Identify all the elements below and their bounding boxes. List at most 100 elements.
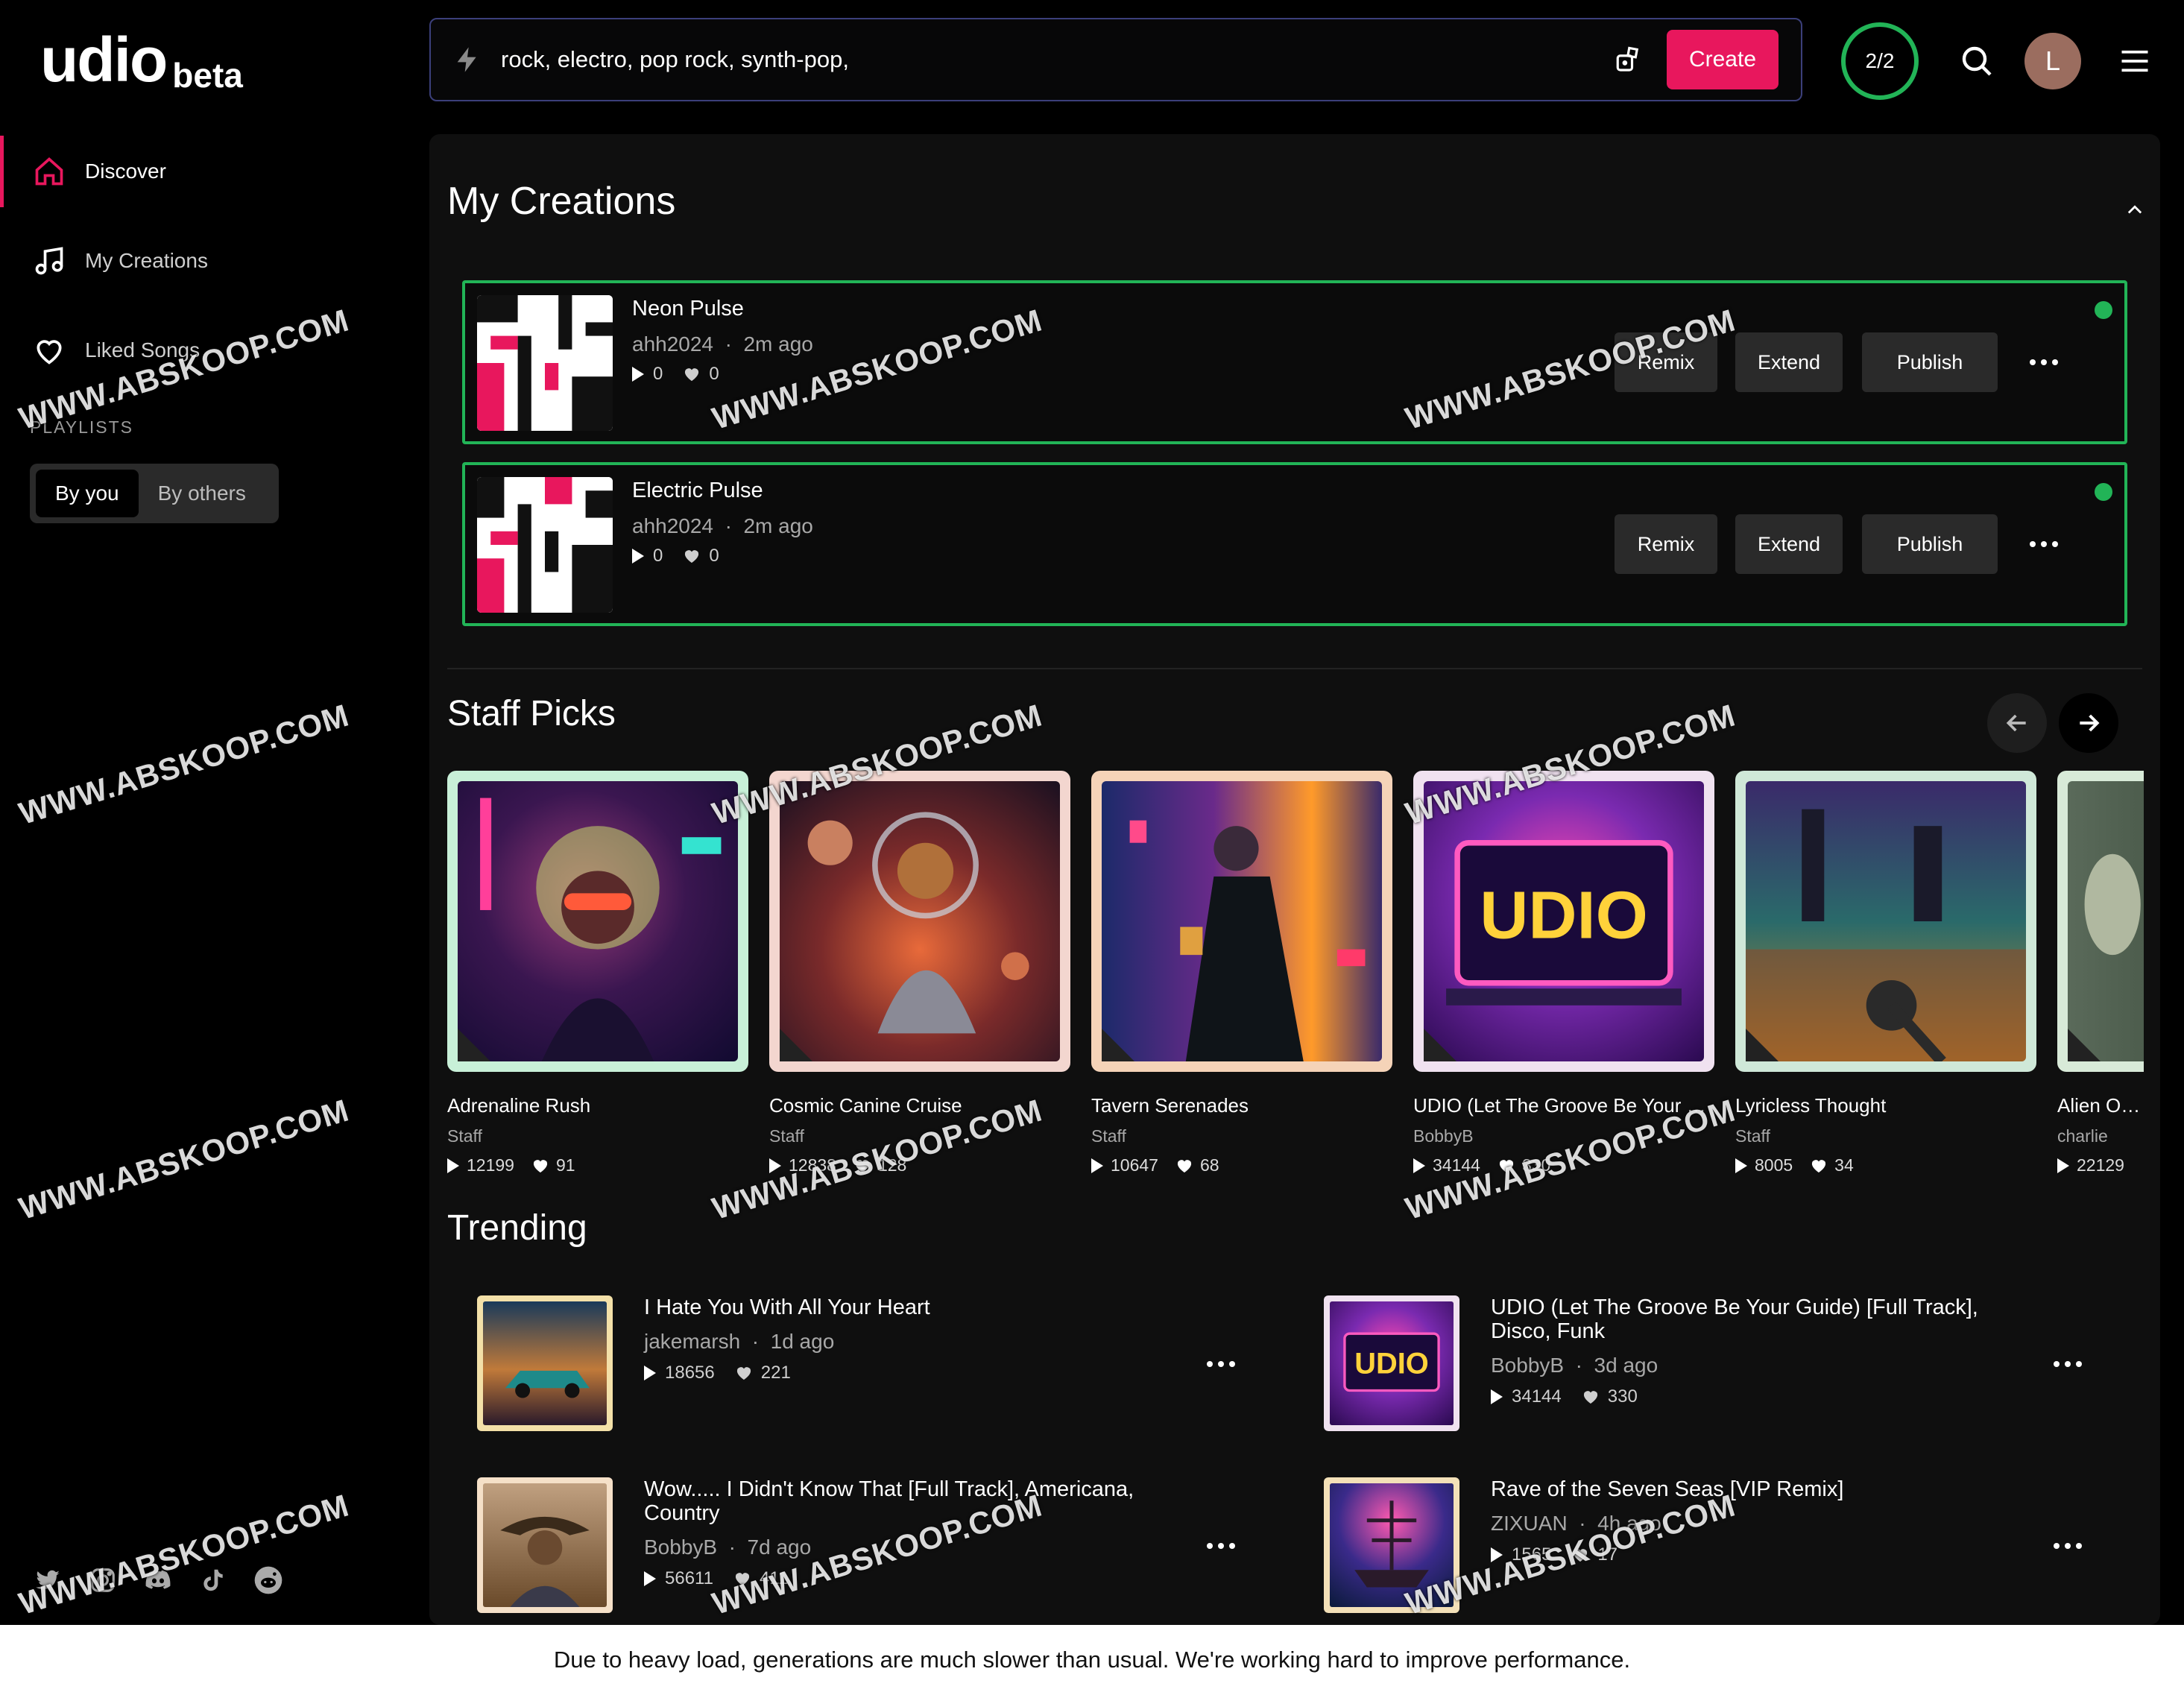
- trending-title-text[interactable]: UDIO (Let The Groove Be Your Guide) [Ful…: [1491, 1295, 2027, 1343]
- twitter-icon[interactable]: [33, 1565, 63, 1595]
- creation-title[interactable]: Electric Pulse: [632, 479, 763, 503]
- status-banner: Due to heavy load, generations are much …: [0, 1625, 2184, 1695]
- play-count: 12199: [467, 1155, 514, 1175]
- creation-title[interactable]: Neon Pulse: [632, 297, 744, 321]
- more-icon[interactable]: [2022, 353, 2066, 371]
- trending-title-text[interactable]: Wow..... I Didn't Know That [Full Track]…: [644, 1477, 1181, 1525]
- extend-button[interactable]: Extend: [1735, 514, 1843, 574]
- publish-button[interactable]: Publish: [1862, 514, 1998, 574]
- creation-stats: 0 0: [632, 546, 719, 566]
- svg-text:UDIO: UDIO: [1354, 1347, 1429, 1380]
- staff-pick-title[interactable]: UDIO (Let The Groove Be Your Guide): [1413, 1094, 1714, 1117]
- remix-button[interactable]: Remix: [1615, 514, 1717, 574]
- creation-meta: ahh2024 · 2m ago: [632, 514, 813, 537]
- trending-author[interactable]: ZIXUAN: [1491, 1512, 1568, 1535]
- play-count: 34144: [1433, 1155, 1480, 1175]
- staff-pick-artwork: [2057, 771, 2144, 1072]
- staff-pick-title[interactable]: Tavern Serenades: [1091, 1094, 1392, 1117]
- staff-pick-card[interactable]: Alien Ocean charlie 22129: [2057, 771, 2144, 1175]
- play-icon: [632, 549, 644, 564]
- staff-pick-title[interactable]: Lyricless Thought: [1735, 1094, 2036, 1117]
- more-icon[interactable]: [2045, 1537, 2090, 1555]
- staff-pick-author[interactable]: charlie: [2057, 1126, 2144, 1146]
- staff-pick-card[interactable]: Cosmic Canine Cruise Staff 12838 128: [769, 771, 1070, 1175]
- staff-pick-stats: 8005 34: [1735, 1155, 2036, 1175]
- status-dot: [2095, 483, 2112, 501]
- dice-icon[interactable]: [1613, 43, 1646, 76]
- sidebar-item-discover[interactable]: Discover: [0, 136, 417, 207]
- sidebar-item-my-creations[interactable]: My Creations: [0, 225, 417, 297]
- trending-author[interactable]: BobbyB: [1491, 1354, 1564, 1377]
- instagram-icon[interactable]: [88, 1565, 118, 1595]
- trending-author[interactable]: BobbyB: [644, 1535, 717, 1559]
- sidebar-item-liked-songs[interactable]: Liked Songs: [0, 315, 417, 386]
- play-count: 56611: [665, 1568, 713, 1588]
- heart-icon: [736, 1367, 751, 1380]
- heart-icon: [1177, 1159, 1192, 1172]
- tab-by-others[interactable]: By others: [139, 470, 265, 517]
- play-icon: [632, 367, 644, 382]
- play-count: 22129: [2077, 1155, 2124, 1175]
- chevron-up-icon[interactable]: [2123, 198, 2147, 222]
- create-button[interactable]: Create: [1667, 30, 1779, 89]
- credits-counter[interactable]: 2/2: [1841, 22, 1919, 100]
- staff-pick-card[interactable]: UDIO UDIO (Let The Groove Be Your Guide)…: [1413, 771, 1714, 1175]
- staff-pick-card[interactable]: Lyricless Thought Staff 8005 34: [1735, 771, 2036, 1175]
- trending-item[interactable]: Rave of the Seven Seas [VIP Remix] ZIXUA…: [1324, 1477, 2129, 1619]
- more-icon[interactable]: [2022, 535, 2066, 553]
- play-icon: [1491, 1547, 1503, 1562]
- tab-by-you[interactable]: By you: [36, 470, 139, 517]
- discord-icon[interactable]: [143, 1565, 173, 1595]
- creation-card[interactable]: Neon Pulse ahh2024 · 2m ago 0 0 Remix Ex…: [462, 280, 2127, 444]
- staff-pick-artwork: [447, 771, 748, 1072]
- like-count: 0: [709, 364, 719, 384]
- carousel-prev-button[interactable]: [1987, 693, 2047, 753]
- music-note-icon: [31, 243, 67, 279]
- prompt-bar[interactable]: rock, electro, pop rock, synth-pop, Crea…: [429, 18, 1802, 101]
- play-icon: [644, 1571, 656, 1586]
- prompt-input[interactable]: rock, electro, pop rock, synth-pop,: [501, 46, 1613, 73]
- trending-title-text[interactable]: I Hate You With All Your Heart: [644, 1295, 1181, 1319]
- search-icon[interactable]: [1957, 42, 1996, 81]
- staff-pick-author[interactable]: Staff: [769, 1126, 1070, 1146]
- creation-author[interactable]: ahh2024: [632, 514, 713, 537]
- like-count: 68: [1199, 1155, 1219, 1175]
- reddit-icon[interactable]: [253, 1565, 283, 1595]
- creation-age: 2m ago: [743, 514, 813, 537]
- staff-pick-author[interactable]: Staff: [447, 1126, 748, 1146]
- more-icon[interactable]: [1199, 1537, 1243, 1555]
- more-icon[interactable]: [2045, 1355, 2090, 1373]
- logo[interactable]: udio beta: [40, 25, 243, 95]
- extend-button[interactable]: Extend: [1735, 332, 1843, 392]
- trending-item[interactable]: UDIO UDIO (Let The Groove Be Your Guide)…: [1324, 1295, 2129, 1437]
- creation-author[interactable]: ahh2024: [632, 332, 713, 356]
- avatar[interactable]: L: [2024, 33, 2081, 89]
- bolt-icon[interactable]: [450, 41, 485, 78]
- staff-pick-title[interactable]: Alien Ocean: [2057, 1094, 2144, 1117]
- more-icon[interactable]: [1199, 1355, 1243, 1373]
- logo-text: udio: [40, 25, 168, 95]
- staff-pick-title[interactable]: Cosmic Canine Cruise: [769, 1094, 1070, 1117]
- creation-card[interactable]: Electric Pulse ahh2024 · 2m ago 0 0 Remi…: [462, 462, 2127, 626]
- staff-pick-author[interactable]: Staff: [1735, 1126, 2036, 1146]
- trending-item[interactable]: Wow..... I Didn't Know That [Full Track]…: [477, 1477, 1282, 1619]
- play-count: 34144: [1512, 1386, 1562, 1407]
- tiktok-icon[interactable]: [198, 1565, 228, 1595]
- staff-pick-author[interactable]: Staff: [1091, 1126, 1392, 1146]
- carousel-next-button[interactable]: [2059, 693, 2118, 753]
- play-icon: [447, 1158, 459, 1173]
- trending-author[interactable]: jakemarsh: [644, 1330, 740, 1353]
- publish-button[interactable]: Publish: [1862, 332, 1998, 392]
- creation-stats: 0 0: [632, 364, 719, 385]
- staff-pick-card[interactable]: Tavern Serenades Staff 10647 68: [1091, 771, 1392, 1175]
- trending-item[interactable]: I Hate You With All Your Heart jakemarsh…: [477, 1295, 1282, 1437]
- staff-pick-title[interactable]: Adrenaline Rush: [447, 1094, 748, 1117]
- heart-icon: [1812, 1159, 1826, 1172]
- remix-button[interactable]: Remix: [1615, 332, 1717, 392]
- trending-title-text[interactable]: Rave of the Seven Seas [VIP Remix]: [1491, 1477, 2027, 1501]
- staff-pick-artwork: [1735, 771, 2036, 1072]
- staff-pick-card[interactable]: Adrenaline Rush Staff 12199 91: [447, 771, 748, 1175]
- heart-icon: [533, 1159, 548, 1172]
- staff-pick-author[interactable]: BobbyB: [1413, 1126, 1714, 1146]
- menu-icon[interactable]: [2118, 45, 2151, 78]
